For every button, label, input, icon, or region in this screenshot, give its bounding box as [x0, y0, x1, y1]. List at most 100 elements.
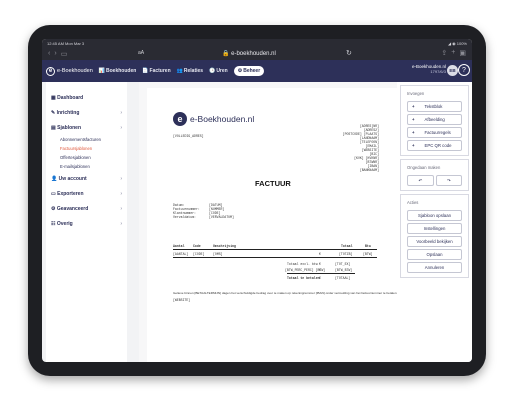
chart-icon: 📊 — [98, 68, 106, 74]
plus-icon: + — [412, 104, 415, 109]
tabs-grid-icon[interactable]: ▣ — [459, 49, 466, 57]
app-navbar: e e-Boekhouden 📊 Boekhouden 📄 Facturen 👥… — [42, 60, 472, 82]
sidebar-item-label: Sjablonen — [57, 124, 82, 131]
logo-icon: e — [173, 112, 187, 126]
sidebar-item-exporteren[interactable]: ▭ Exporteren › — [46, 186, 127, 201]
undo-icon[interactable]: ↶ — [407, 175, 434, 186]
gear-icon: ⚙ — [51, 205, 56, 212]
sender-line: [BANKNAAM] — [359, 168, 379, 172]
chevron-icon: › — [120, 109, 122, 116]
help-icon[interactable]: ? — [458, 64, 470, 76]
sidebar-item-inrichting[interactable]: ✎ Inrichting › — [46, 105, 127, 120]
invoice-logo[interactable]: e e-Boekhouden.nl — [173, 112, 254, 126]
insert-title: Invoegen — [407, 91, 425, 96]
text-size-button[interactable]: aA — [138, 50, 144, 56]
totals-divider — [287, 273, 355, 274]
pencil-icon: ✎ — [51, 109, 56, 116]
sidebar-item-label: Dashboard — [57, 94, 84, 101]
row-aantal: [AANTAL] — [173, 252, 189, 256]
nav-label: Relaties — [183, 68, 204, 74]
total-value: [TOTAAL] — [335, 276, 351, 280]
total-value: [BTW_BTW] — [335, 268, 353, 272]
nav-facturen[interactable]: 📄 Facturen — [142, 68, 170, 74]
sidebar-item-sjablonen[interactable]: ▤ Sjablonen › — [46, 120, 127, 135]
invoice-meta-labels[interactable]: Datum: Factuurnummer: Klantnummer: Verva… — [173, 203, 200, 219]
meta-label: Vervaldatum: — [173, 215, 196, 219]
sidebar-sub-factuursjablonen[interactable]: Factuursjablonen — [46, 144, 127, 153]
chevron-icon: › — [120, 205, 122, 212]
sidebar-item-dashboard[interactable]: ▦ Dashboard — [46, 90, 127, 105]
chevron-icon: › — [120, 124, 122, 131]
sidebar-sub-abonnementsfacturen[interactable]: Abonnementsfacturen — [46, 135, 127, 144]
sidebar-item-label: Inrichting — [56, 109, 80, 116]
insert-qr-code-button[interactable]: + EPC QR code — [407, 140, 462, 151]
cancel-button[interactable]: Annuleren — [407, 262, 462, 273]
template-editor-canvas: e e-Boekhouden.nl [VOLLEDIG_ADRES] [ADRE… — [139, 82, 433, 362]
back-icon[interactable]: ‹ — [48, 50, 50, 58]
button-label: Tekstblok — [424, 104, 443, 109]
nav-label: Boekhouden — [106, 68, 137, 74]
insert-group: Invoegen + Tekstblok + Afbeelding + Fact… — [400, 85, 469, 156]
nav-label: Beheer — [243, 68, 261, 74]
gear-icon: ⚙ — [237, 68, 243, 74]
row-totaal: [TOTZB] — [339, 252, 353, 256]
dashboard-icon: ▦ — [51, 94, 56, 101]
plus-icon: + — [412, 117, 415, 122]
sidebar-item-label: Overig — [56, 220, 73, 227]
list-icon: ☷ — [51, 220, 56, 227]
status-bar: 12:45 AM Mon Mar 3 ◢ ◉ 100% — [42, 39, 472, 47]
nav-boekhouden[interactable]: 📊 Boekhouden — [99, 68, 137, 74]
tablet-screen: 12:45 AM Mon Mar 3 ◢ ◉ 100% ‹ › ▭ aA 🔒 e… — [42, 39, 472, 362]
address-bar[interactable]: 🔒 e-boekhouden.nl — [222, 50, 276, 57]
save-button[interactable]: Opslaan — [407, 249, 462, 260]
payment-terms[interactable]: Gelieve binnen [BETAALTERMIJN] dagen het… — [173, 291, 397, 295]
col-header-totaal: Totaal — [341, 244, 353, 248]
table-divider — [173, 257, 377, 258]
user-number: 1797/6/3 — [430, 69, 446, 74]
nav-relaties[interactable]: 👥 Relaties — [177, 68, 203, 74]
reload-icon[interactable]: ↻ — [346, 49, 352, 57]
export-icon: ▭ — [51, 190, 56, 197]
sidebar: ▦ Dashboard ✎ Inrichting › ▤ Sjablonen ›… — [46, 82, 127, 362]
nav-uren[interactable]: 🕒 Uren — [209, 68, 228, 74]
insert-invoice-lines-button[interactable]: + Factuurregels — [407, 127, 462, 138]
col-header-omschrijving: Omschrijving — [213, 244, 236, 248]
recipient-address[interactable]: [VOLLEDIG_ADRES] — [173, 134, 204, 138]
sidebar-item-uw-account[interactable]: 👤 Uw account › — [46, 171, 127, 186]
sidebar-sub-offertesjablonen[interactable]: Offertesjablonen — [46, 153, 127, 162]
preview-button[interactable]: Voorbeeld bekijken — [407, 236, 462, 247]
col-header-aantal: Aantal — [173, 244, 185, 248]
save-template-button[interactable]: Sjabloon opslaan — [407, 210, 462, 221]
status-time: 12:45 AM Mon Mar 3 — [47, 40, 85, 46]
nav-beheer[interactable]: ⚙ Beheer — [233, 66, 265, 76]
sidebar-item-label: Geavanceerd — [56, 205, 89, 212]
total-value: [TOT_EX] — [335, 262, 351, 266]
settings-button[interactable]: Instellingen — [407, 223, 462, 234]
sidebar-item-geavanceerd[interactable]: ⚙ Geavanceerd › — [46, 201, 127, 216]
total-currency: € — [319, 262, 321, 266]
button-label: Afbeelding — [424, 117, 445, 122]
actions-group: Acties Sjabloon opslaan Instellingen Voo… — [400, 194, 469, 278]
sidebar-item-overig[interactable]: ☷ Overig › — [46, 216, 127, 231]
col-header-code: Code — [193, 244, 201, 248]
user-info[interactable]: e-Boekhouden.nl 1797/6/3 — [412, 64, 446, 74]
invoice-meta-values[interactable]: [DATUM] [NUMMER] [CODE] [VERVALDATUM] — [209, 203, 234, 219]
sidebar-sub-emailsjablonen[interactable]: E-mailsjablonen — [46, 162, 127, 171]
sender-block[interactable]: [ADRES]NR] [ADRES2] [POSTCODE] [PLAATS] … — [343, 124, 379, 172]
row-omschrijving: [OMS] — [213, 252, 223, 256]
insert-image-button[interactable]: + Afbeelding — [407, 114, 462, 125]
plus-icon: + — [412, 130, 415, 135]
insert-textblock-button[interactable]: + Tekstblok — [407, 101, 462, 112]
tabs-icon[interactable]: ▭ — [61, 50, 68, 58]
footer-website[interactable]: [WEBSITE] — [173, 298, 190, 302]
invoice-title[interactable]: FACTUUR — [255, 179, 291, 188]
undo-title: Ongedaan maken — [407, 165, 441, 170]
invoice-paper[interactable]: e e-Boekhouden.nl [VOLLEDIG_ADRES] [ADRE… — [147, 88, 397, 362]
forward-icon[interactable]: › — [54, 50, 56, 58]
avatar[interactable]: EB — [447, 65, 458, 76]
share-icon[interactable]: ⇪ — [441, 49, 447, 57]
redo-icon[interactable]: ↷ — [435, 175, 462, 186]
app-logo[interactable]: e e-Boekhouden — [46, 66, 93, 76]
plus-icon[interactable]: + — [451, 49, 455, 57]
main-content: ▦ Dashboard ✎ Inrichting › ▤ Sjablonen ›… — [42, 82, 472, 362]
